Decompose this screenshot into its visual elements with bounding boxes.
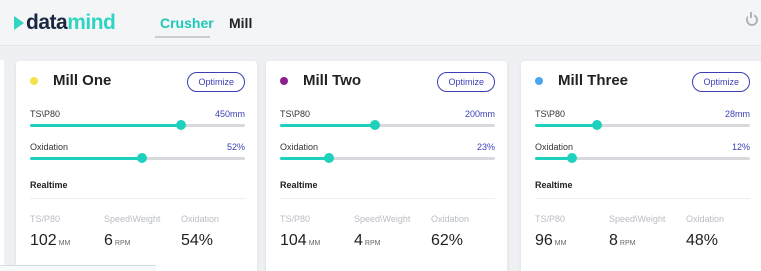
oxidation-value: 12% — [731, 142, 750, 152]
ts-p80-slider-thumb[interactable] — [592, 120, 603, 130]
datamind-logo[interactable]: datamind — [14, 11, 116, 35]
left-panel-edge — [0, 60, 4, 271]
realtime-speed-weight-value: 8 RPM — [609, 232, 636, 249]
power-icon[interactable] — [746, 12, 758, 26]
divider — [30, 198, 245, 199]
card-header: Mill Two Optimize — [280, 72, 495, 92]
mill-title: Mill One — [53, 72, 112, 89]
ts-p80-slider[interactable] — [535, 120, 750, 130]
realtime-speed-weight: Speed\Weight 4 RPM — [354, 214, 429, 250]
bottom-panel-edge — [0, 265, 156, 271]
ts-p80-slider-fill — [30, 124, 181, 127]
divider — [535, 198, 750, 199]
mill-card: Mill Three Optimize TS\P80 28mm Oxidatio… — [521, 61, 761, 271]
oxidation-slider-fill — [280, 157, 330, 160]
mill-title: Mill Two — [303, 72, 362, 89]
ts-p80-label: TS\P80 — [30, 109, 61, 119]
realtime-oxidation-label: Oxidation — [431, 214, 470, 224]
card-header: Mill One Optimize — [30, 72, 245, 92]
realtime-speed-weight-value: 6 RPM — [104, 232, 131, 249]
card-header: Mill Three Optimize — [535, 72, 750, 92]
realtime-heading: Realtime — [535, 180, 573, 190]
mill-card: Mill Two Optimize TS\P80 200mm Oxidation… — [266, 61, 507, 271]
realtime-ts-p80-value: 96 MM — [535, 232, 567, 249]
top-bar: datamind Crusher Mill — [0, 0, 761, 46]
realtime-ts-p80-value: 104 MM — [280, 232, 321, 249]
realtime-speed-weight-label: Speed\Weight — [609, 214, 666, 224]
ts-p80-slider-thumb[interactable] — [369, 120, 380, 130]
oxidation-slider-thumb[interactable] — [566, 153, 577, 163]
realtime-heading: Realtime — [280, 180, 318, 190]
tab-mill[interactable]: Mill — [229, 15, 252, 31]
ts-p80-value: 450mm — [214, 109, 245, 119]
realtime-ts-p80-value: 102 MM — [30, 232, 71, 249]
tab-crusher[interactable]: Crusher — [160, 15, 214, 31]
realtime-oxidation-label: Oxidation — [686, 214, 725, 224]
mill-status-dot — [535, 77, 543, 85]
oxidation-value: 23% — [476, 142, 495, 152]
realtime-oxidation-value: 62% — [431, 232, 464, 249]
oxidation-slider[interactable] — [30, 153, 245, 163]
active-tab-indicator — [155, 36, 210, 38]
ts-p80-value: 200mm — [464, 109, 495, 119]
mill-title: Mill Three — [558, 72, 629, 89]
optimize-button[interactable]: Optimize — [692, 72, 750, 92]
realtime-ts-p80: TS/P80 96 MM — [535, 214, 610, 250]
ts-p80-slider[interactable] — [280, 120, 495, 130]
realtime-speed-weight-value: 4 RPM — [354, 232, 381, 249]
ts-p80-slider-fill — [280, 124, 375, 127]
ts-p80-slider[interactable] — [30, 120, 245, 130]
ts-p80-slider-thumb[interactable] — [175, 120, 186, 130]
oxidation-slider-fill — [30, 157, 142, 160]
realtime-ts-p80-label: TS/P80 — [535, 214, 566, 224]
play-icon — [14, 16, 24, 30]
ts-p80-label: TS\P80 — [280, 109, 311, 119]
oxidation-slider[interactable] — [535, 153, 750, 163]
optimize-button[interactable]: Optimize — [187, 72, 245, 92]
optimize-button[interactable]: Optimize — [437, 72, 495, 92]
divider — [280, 198, 495, 199]
realtime-oxidation-value: 48% — [686, 232, 719, 249]
realtime-speed-weight: Speed\Weight 6 RPM — [104, 214, 179, 250]
ts-p80-label: TS\P80 — [535, 109, 566, 119]
realtime-ts-p80-label: TS/P80 — [30, 214, 61, 224]
oxidation-slider-thumb[interactable] — [136, 153, 147, 163]
logo-text: datamind — [26, 11, 116, 34]
realtime-oxidation: Oxidation 54% — [181, 214, 256, 250]
realtime-heading: Realtime — [30, 180, 68, 190]
realtime-speed-weight-label: Speed\Weight — [104, 214, 161, 224]
ts-p80-slider-fill — [535, 124, 598, 127]
realtime-ts-p80: TS/P80 104 MM — [280, 214, 355, 250]
oxidation-slider[interactable] — [280, 153, 495, 163]
realtime-oxidation: Oxidation 48% — [686, 214, 761, 250]
oxidation-label: Oxidation — [30, 142, 69, 152]
realtime-speed-weight: Speed\Weight 8 RPM — [609, 214, 684, 250]
realtime-ts-p80-label: TS/P80 — [280, 214, 311, 224]
oxidation-value: 52% — [226, 142, 245, 152]
mill-status-dot — [280, 77, 288, 85]
oxidation-slider-thumb[interactable] — [324, 153, 335, 163]
oxidation-label: Oxidation — [280, 142, 319, 152]
realtime-ts-p80: TS/P80 102 MM — [30, 214, 105, 250]
realtime-speed-weight-label: Speed\Weight — [354, 214, 411, 224]
realtime-oxidation-value: 54% — [181, 232, 214, 249]
oxidation-label: Oxidation — [535, 142, 574, 152]
mill-card: Mill One Optimize TS\P80 450mm Oxidation… — [16, 61, 257, 271]
mill-status-dot — [30, 77, 38, 85]
realtime-oxidation: Oxidation 62% — [431, 214, 506, 250]
realtime-oxidation-label: Oxidation — [181, 214, 220, 224]
ts-p80-value: 28mm — [724, 109, 750, 119]
